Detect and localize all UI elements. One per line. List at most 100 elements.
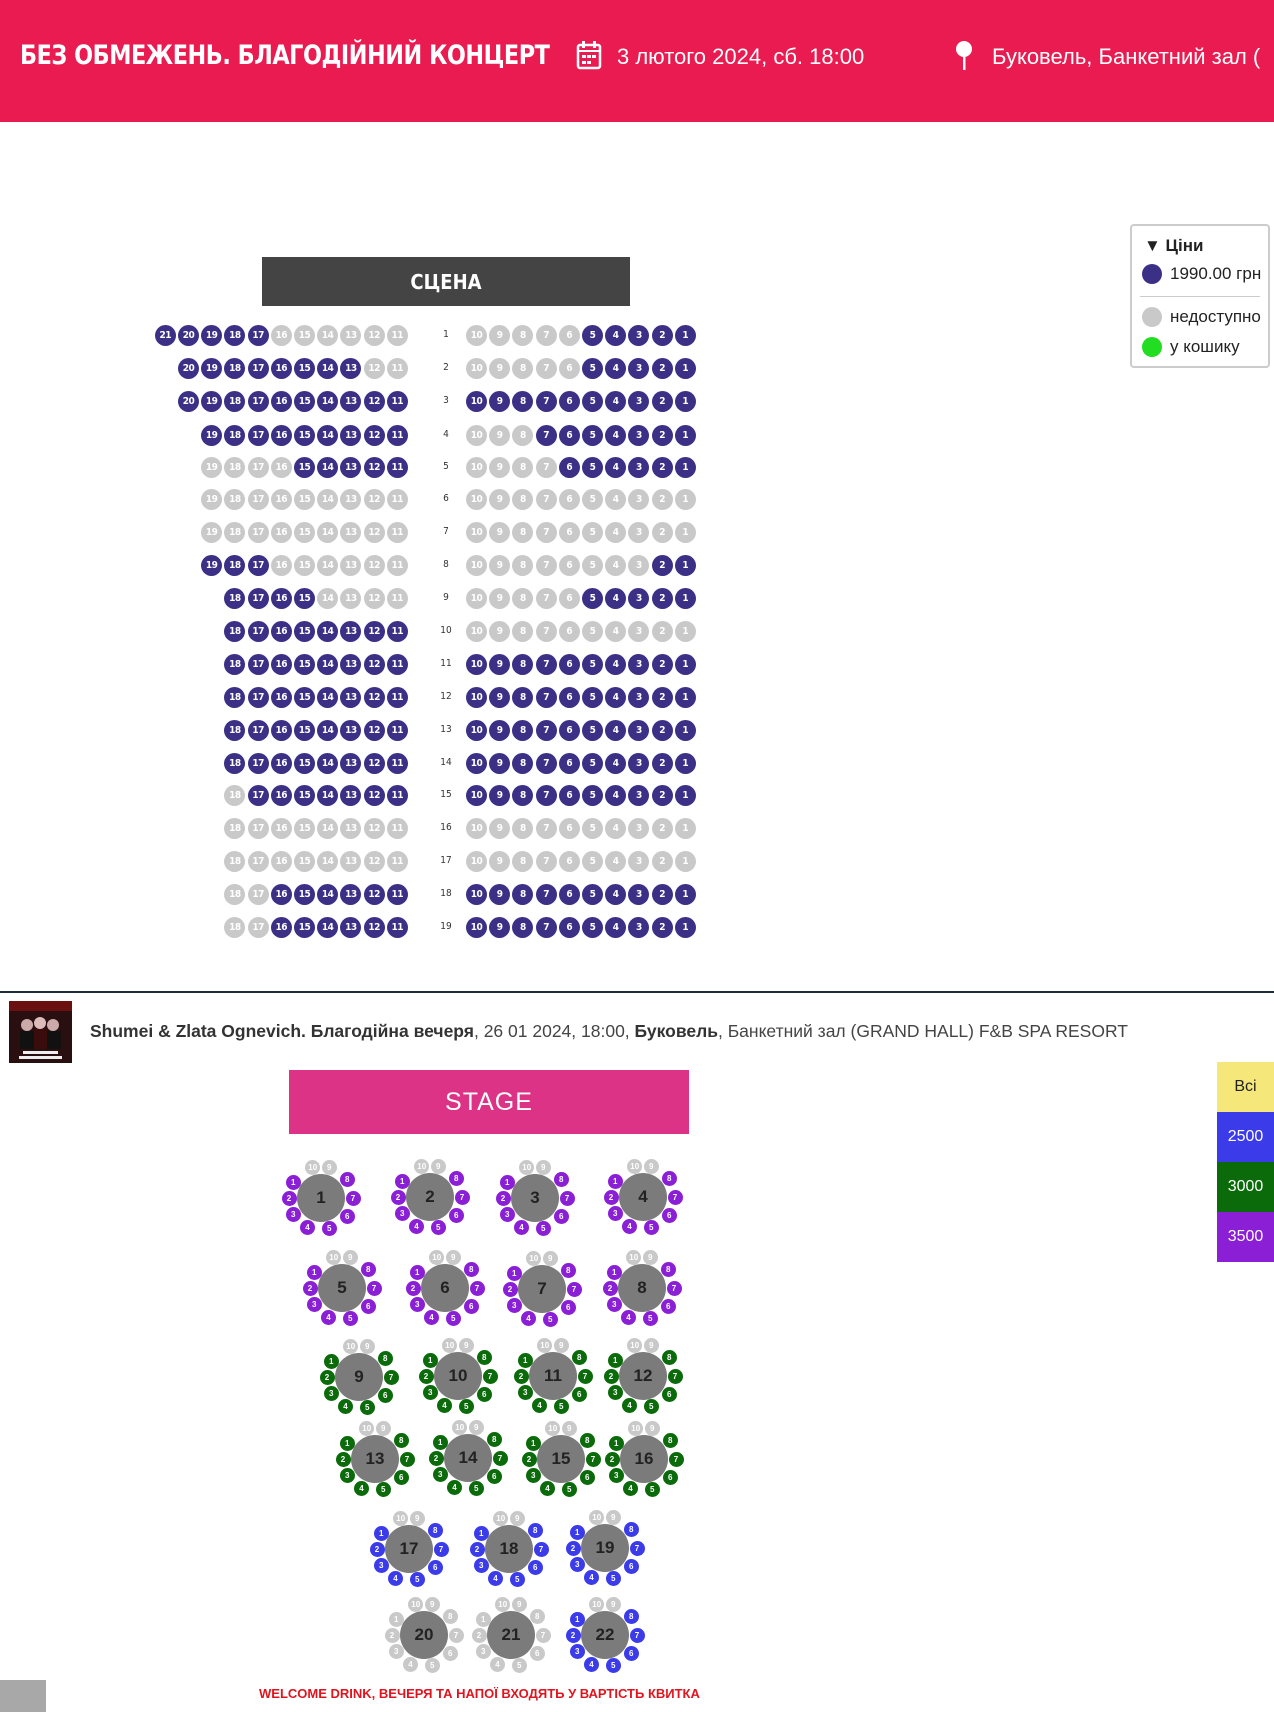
seat[interactable]: 2 <box>651 720 673 741</box>
seat[interactable]: 15 <box>294 785 315 806</box>
seat[interactable]: 9 <box>489 753 511 774</box>
seat[interactable]: 18 <box>224 621 246 642</box>
seat[interactable]: 16 <box>270 391 292 412</box>
seat[interactable]: 12 <box>363 621 385 642</box>
seat[interactable]: 8 <box>512 687 534 708</box>
seat[interactable]: 14 <box>317 457 339 478</box>
table-seat[interactable]: 5 <box>542 1312 558 1328</box>
seat[interactable]: 10 <box>466 753 487 774</box>
table-seat[interactable]: 5 <box>445 1311 461 1327</box>
seat[interactable]: 2 <box>651 884 673 905</box>
seat[interactable]: 3 <box>628 884 650 905</box>
seat[interactable]: 1 <box>674 917 696 938</box>
seat[interactable]: 1 <box>674 425 696 446</box>
seat[interactable]: 7 <box>535 917 557 938</box>
table-seat[interactable]: 3 <box>525 1467 541 1483</box>
seat[interactable]: 15 <box>294 654 315 675</box>
table-seat[interactable]: 3 <box>517 1384 533 1400</box>
seat[interactable]: 17 <box>247 358 269 379</box>
seat[interactable]: 19 <box>201 325 223 346</box>
table-seat[interactable]: 8 <box>661 1171 677 1187</box>
table-seat[interactable]: 5 <box>561 1482 577 1498</box>
seat[interactable]: 12 <box>363 391 385 412</box>
table-seat[interactable]: 7 <box>559 1190 575 1206</box>
table-seat[interactable]: 1 <box>422 1352 438 1368</box>
seat[interactable]: 17 <box>247 425 269 446</box>
table-seat[interactable]: 1 <box>569 1611 585 1627</box>
seat[interactable]: 17 <box>247 687 269 708</box>
table-seat[interactable]: 4 <box>620 1309 636 1325</box>
seat[interactable]: 13 <box>340 457 362 478</box>
table-seat[interactable]: 4 <box>621 1397 637 1413</box>
seat[interactable]: 18 <box>224 555 246 576</box>
seat[interactable]: 6 <box>558 391 580 412</box>
table-seat[interactable]: 3 <box>473 1557 489 1573</box>
table-seat[interactable]: 3 <box>373 1557 389 1573</box>
table-seat[interactable]: 7 <box>492 1450 508 1466</box>
seat[interactable]: 16 <box>270 720 292 741</box>
seat[interactable]: 13 <box>340 425 362 446</box>
seat[interactable]: 16 <box>270 884 292 905</box>
table-seat[interactable]: 4 <box>531 1397 547 1413</box>
seat[interactable]: 18 <box>224 687 246 708</box>
seat[interactable]: 3 <box>628 687 650 708</box>
table-seat[interactable]: 8 <box>486 1432 502 1448</box>
table-seat[interactable]: 2 <box>565 1627 581 1643</box>
table-seat[interactable]: 2 <box>521 1451 537 1467</box>
table-seat[interactable]: 7 <box>585 1451 601 1467</box>
seat[interactable]: 6 <box>558 687 580 708</box>
table-seat[interactable]: 7 <box>482 1368 498 1384</box>
table-seat[interactable]: 5 <box>375 1482 391 1498</box>
seat[interactable]: 1 <box>674 884 696 905</box>
table-seat[interactable]: 5 <box>359 1400 375 1416</box>
table-seat[interactable]: 3 <box>606 1296 622 1312</box>
table-seat[interactable]: 7 <box>433 1541 449 1557</box>
seat[interactable]: 7 <box>535 391 557 412</box>
seat[interactable]: 4 <box>605 654 627 675</box>
seat[interactable]: 1 <box>674 654 696 675</box>
seat[interactable]: 4 <box>605 917 627 938</box>
seat[interactable]: 5 <box>582 654 603 675</box>
seat[interactable]: 15 <box>294 917 315 938</box>
table-seat[interactable]: 5 <box>605 1571 621 1587</box>
seat[interactable]: 12 <box>363 720 385 741</box>
table-seat[interactable]: 8 <box>579 1433 595 1449</box>
seat[interactable]: 11 <box>386 687 408 708</box>
table-seat[interactable]: 2 <box>390 1189 406 1205</box>
table-seat[interactable]: 4 <box>539 1480 555 1496</box>
table-seat[interactable]: 2 <box>469 1541 485 1557</box>
seat[interactable]: 10 <box>466 654 487 675</box>
seat[interactable]: 4 <box>605 358 627 379</box>
table-seat[interactable]: 7 <box>667 1189 683 1205</box>
table-seat[interactable]: 6 <box>377 1387 393 1403</box>
table-seat[interactable]: 3 <box>499 1206 515 1222</box>
table-seat[interactable]: 3 <box>569 1643 585 1659</box>
table-seat[interactable]: 2 <box>565 1540 581 1556</box>
seat[interactable]: 12 <box>363 687 385 708</box>
seat[interactable]: 14 <box>317 358 339 379</box>
seat[interactable]: 11 <box>386 654 408 675</box>
seat[interactable]: 6 <box>558 720 580 741</box>
seat[interactable]: 8 <box>512 753 534 774</box>
seat[interactable]: 4 <box>605 720 627 741</box>
table-seat[interactable]: 1 <box>323 1353 339 1369</box>
seat[interactable]: 12 <box>363 785 385 806</box>
seat[interactable]: 15 <box>294 884 315 905</box>
table-seat[interactable]: 4 <box>621 1218 637 1234</box>
seat[interactable]: 13 <box>340 753 362 774</box>
seat[interactable]: 5 <box>582 425 603 446</box>
seat[interactable]: 11 <box>386 785 408 806</box>
table-seat[interactable]: 1 <box>432 1434 448 1450</box>
seat[interactable]: 11 <box>386 457 408 478</box>
table-seat[interactable]: 4 <box>622 1480 638 1496</box>
seat[interactable]: 7 <box>535 753 557 774</box>
price-filter-button[interactable]: 3500 <box>1217 1212 1274 1262</box>
table-seat[interactable]: 7 <box>566 1281 582 1297</box>
table-seat[interactable]: 2 <box>502 1281 518 1297</box>
table-seat[interactable]: 4 <box>520 1310 536 1326</box>
table-seat[interactable]: 6 <box>660 1298 676 1314</box>
table-seat[interactable]: 3 <box>422 1384 438 1400</box>
seat[interactable]: 5 <box>582 753 603 774</box>
table-seat[interactable]: 6 <box>661 1207 677 1223</box>
seat[interactable]: 16 <box>270 654 292 675</box>
